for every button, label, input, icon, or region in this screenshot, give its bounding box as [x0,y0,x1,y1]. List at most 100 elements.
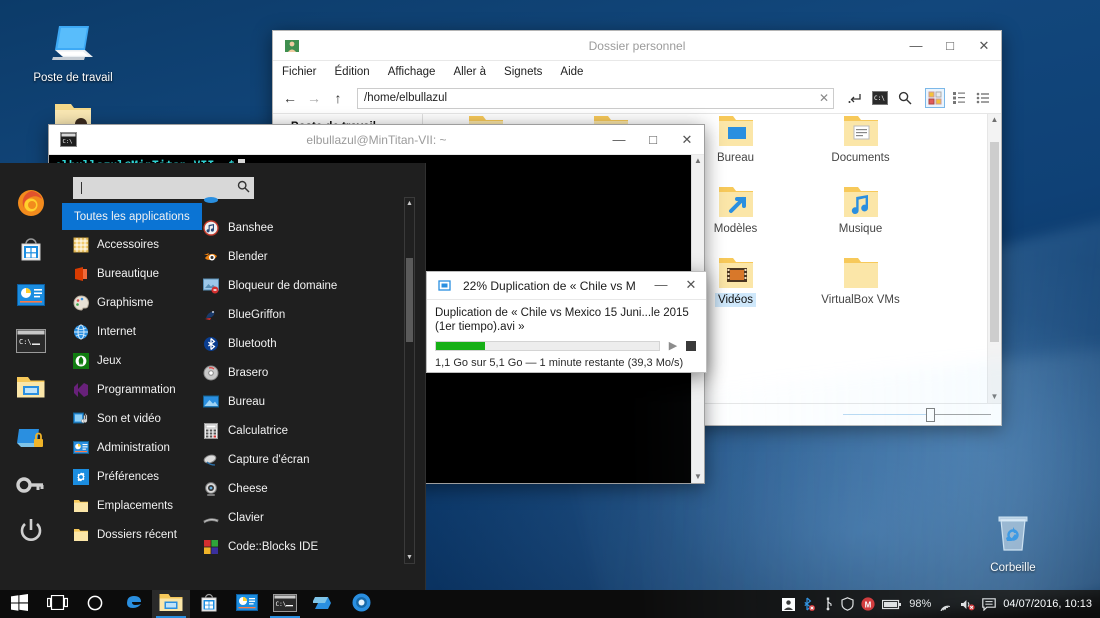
compact-view-icon[interactable] [949,88,969,108]
desktop[interactable]: Poste de travail Dos [0,0,1100,618]
forward-button[interactable]: → [303,87,325,109]
app-item-bluegriffon[interactable]: BlueGriffon [196,300,405,329]
start-menu-scrollbar[interactable]: ▲ ▼ [404,197,415,564]
menu-fichier[interactable]: Fichier [279,65,320,79]
app-item-clavier[interactable]: Clavier [196,503,405,532]
menu-aide[interactable]: Aide [557,65,586,79]
start-menu-search-input[interactable] [73,177,254,199]
minimize-button[interactable]: — [646,271,676,299]
rail-item-lock-screen[interactable] [12,421,50,459]
file-manager-vertical-scrollbar[interactable]: ▲ ▼ [987,114,1001,403]
zoom-slider[interactable] [843,407,991,422]
clear-path-icon[interactable]: ✕ [819,91,829,105]
taskbar[interactable]: C:\ M 98% 04/07/2016, 10:13 [0,590,1100,618]
close-button[interactable]: ✕ [670,125,704,155]
rail-item-presentation[interactable] [12,277,50,315]
desktop-icon-poste-de-travail[interactable]: Poste de travail [18,18,128,84]
copy-dialog-titlebar[interactable]: 22% Duplication de « Chile vs M — ✕ [427,272,706,300]
category-emplacements[interactable]: Emplacements [62,491,202,520]
category-preferences[interactable]: Préférences [62,462,202,491]
category-bureautique[interactable]: Bureautique [62,259,202,288]
file-manager-toolbar[interactable]: ← → ↑ /home/elbullazul ✕ C:\ [273,83,1001,113]
edge-button[interactable] [114,590,152,618]
start-menu-rail[interactable]: C:\ [0,163,62,590]
back-button[interactable]: ← [279,87,301,109]
file-explorer-button[interactable] [152,590,190,618]
rail-item-firefox[interactable] [12,185,50,223]
volume-mute-icon[interactable] [960,598,975,611]
scroll-down-arrow-icon[interactable]: ▼ [692,471,704,483]
shield-icon[interactable] [841,597,854,611]
open-terminal-icon[interactable]: C:\ [870,87,890,109]
scroll-down-arrow-icon[interactable]: ▼ [405,552,414,563]
notifications-icon[interactable] [982,597,997,611]
mcafee-icon[interactable]: M [861,597,875,611]
maximize-button[interactable]: □ [636,125,670,155]
presentation-button[interactable] [228,590,266,618]
search-icon[interactable] [895,87,915,109]
minimize-button[interactable]: — [899,31,933,61]
stop-icon[interactable] [686,340,696,351]
store-button[interactable] [190,590,228,618]
scroll-up-arrow-icon[interactable]: ▲ [988,114,1001,126]
app-item-bloqueur-de-domaine[interactable]: Bloqueur de domaine [196,271,405,300]
category-programmation[interactable]: Programmation [62,375,202,404]
icon-view-icon[interactable] [925,88,945,108]
task-view-button[interactable] [38,590,76,618]
rail-item-file-manager[interactable] [12,369,50,407]
scrollbar-thumb[interactable] [990,142,999,342]
up-button[interactable]: ↑ [327,87,349,109]
view-mode-buttons[interactable] [925,88,993,108]
terminal-button[interactable]: C:\ [266,590,304,618]
battery-icon[interactable] [882,599,902,610]
all-applications-button[interactable]: Toutes les applications [62,203,202,230]
bluetooth-off-icon[interactable] [802,597,816,611]
menu-signets[interactable]: Signets [501,65,545,79]
user-icon[interactable] [782,597,796,611]
desktop-icon-corbeille[interactable]: Corbeille [958,508,1068,574]
category-jeux[interactable]: Jeux [62,346,202,375]
file-item[interactable]: VirtualBox VMs [798,244,923,315]
cortana-button[interactable] [76,590,114,618]
path-input[interactable]: /home/elbullazul ✕ [357,87,834,109]
rail-item-store[interactable] [12,231,50,269]
category-son-et-video[interactable]: Son et vidéo [62,404,202,433]
app-item-bluetooth[interactable]: Bluetooth [196,329,405,358]
terminal-titlebar[interactable]: C:\ elbullazul@MinTitan-VII: ~ — □ ✕ [49,125,704,155]
copy-progress-dialog[interactable]: 22% Duplication de « Chile vs M — ✕ Dupl… [426,271,707,373]
zoom-slider-knob[interactable] [925,407,935,422]
menu-edition[interactable]: Édition [332,65,373,79]
menu-aller-a[interactable]: Aller à [450,65,489,79]
app-item-cheese[interactable]: Cheese [196,474,405,503]
start-menu[interactable]: C:\ Toutes les applications Accessoires … [0,163,426,590]
start-button[interactable] [0,590,38,618]
category-dossiers-recent[interactable]: Dossiers récent [62,520,202,549]
maximize-button[interactable]: □ [933,31,967,61]
app-item-bureau[interactable]: Bureau [196,387,405,416]
search-icon[interactable] [237,180,250,196]
enter-path-icon[interactable] [845,87,865,109]
mail-button[interactable] [304,590,342,618]
scroll-down-arrow-icon[interactable]: ▼ [988,391,1001,403]
close-button[interactable]: ✕ [676,271,706,299]
app-item-blender[interactable]: Blender [196,242,405,271]
file-item[interactable]: Musique [798,173,923,244]
category-administration[interactable]: Administration [62,433,202,462]
app-item-codeblocks-ide[interactable]: Code::Blocks IDE [196,532,405,561]
chrome-button[interactable] [342,590,380,618]
category-accessoires[interactable]: Accessoires [62,230,202,259]
file-item[interactable]: Documents [798,114,923,173]
scroll-up-arrow-icon[interactable]: ▲ [692,155,704,167]
category-internet[interactable]: Internet [62,317,202,346]
scroll-up-arrow-icon[interactable]: ▲ [405,198,414,209]
rail-item-power[interactable] [12,513,50,551]
minimize-button[interactable]: — [602,125,636,155]
app-item-calculatrice[interactable]: Calculatrice [196,416,405,445]
start-menu-categories[interactable]: Toutes les applications Accessoires Bure… [62,203,202,549]
rail-item-terminal[interactable]: C:\ [12,323,50,361]
play-icon[interactable]: ▶ [666,339,680,352]
scrollbar-thumb[interactable] [406,258,413,342]
category-graphisme[interactable]: Graphisme [62,288,202,317]
system-tray[interactable]: M 98% 04/07/2016, 10:13 [782,597,1100,611]
terminal-window-controls[interactable]: — □ ✕ [602,125,704,155]
